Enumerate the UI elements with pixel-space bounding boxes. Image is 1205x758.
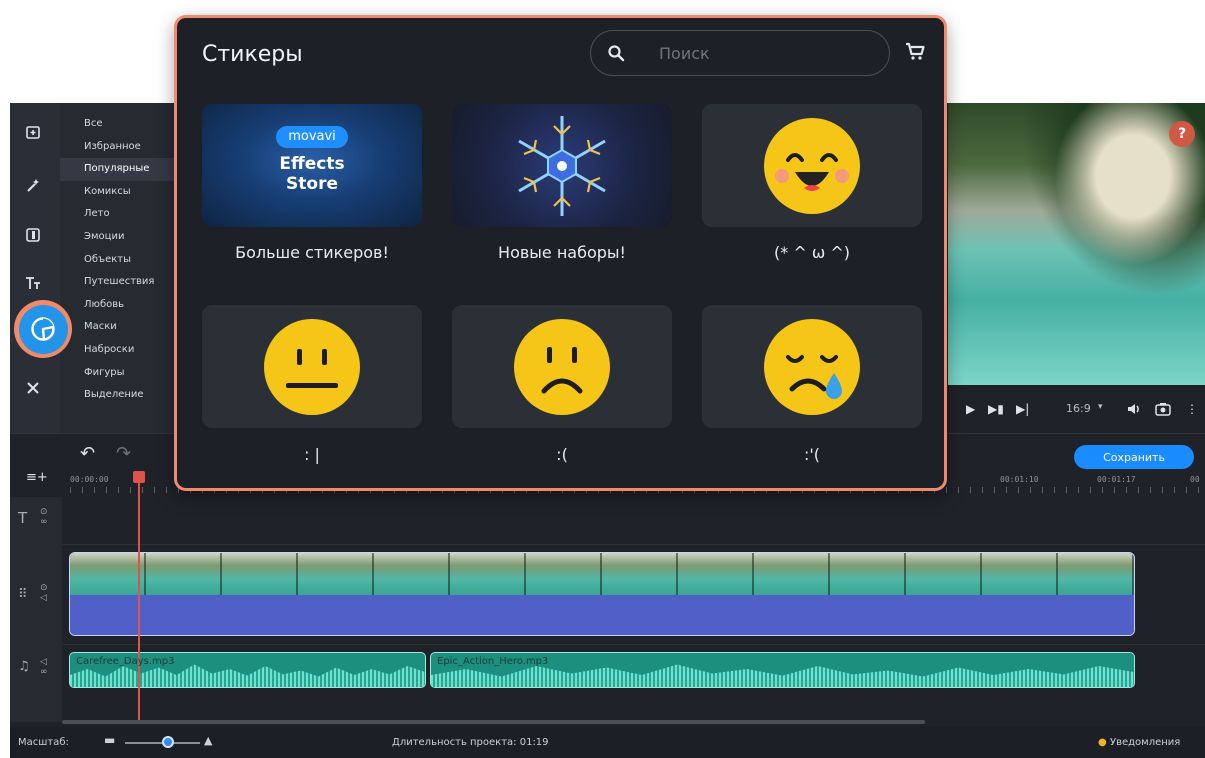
- notifications-link[interactable]: Уведомления: [1110, 737, 1180, 748]
- help-button[interactable]: ?: [1169, 121, 1195, 147]
- save-button[interactable]: Сохранить: [1074, 445, 1194, 469]
- magic-wand-icon[interactable]: [18, 170, 48, 200]
- store-title: Effects Store: [202, 154, 422, 194]
- playhead[interactable]: [133, 471, 145, 722]
- sticker-tile[interactable]: [702, 305, 922, 428]
- store-title-line: Effects: [279, 154, 345, 174]
- tile-label: :(: [556, 445, 568, 464]
- category-highlight[interactable]: Выделение: [60, 384, 185, 407]
- audio-clip[interactable]: Epic_Action_Hero.mp3: [430, 652, 1135, 688]
- search-input[interactable]: [659, 41, 859, 65]
- audio-track-icon: ♫: [18, 659, 30, 674]
- tools-icon[interactable]: [18, 373, 48, 403]
- sticker-tile[interactable]: [702, 104, 922, 227]
- search-field[interactable]: [590, 30, 890, 76]
- effects-store-tile[interactable]: movavi Effects Store: [202, 104, 422, 227]
- aspect-ratio-select[interactable]: 16:9: [1066, 402, 1091, 415]
- video-clip[interactable]: [69, 552, 1135, 636]
- zoom-in-icon[interactable]: ▲: [204, 734, 212, 747]
- video-preview: ?: [948, 103, 1205, 385]
- category-masks[interactable]: Маски: [60, 316, 185, 339]
- timeline-tracks: Carefree_Days.mp3 Epic_Action_Hero.mp3: [62, 497, 1205, 722]
- tile-label: Больше стикеров!: [235, 243, 389, 262]
- zoom-label: Масштаб:: [18, 737, 69, 748]
- ruler-tick-label: 00: [1190, 475, 1200, 484]
- tile-label: : |: [304, 445, 320, 464]
- stickers-panel: Стикеры movavi Effects Store Больше стик…: [174, 15, 947, 491]
- audio-clip-name: Carefree_Days.mp3: [76, 656, 175, 667]
- category-travel[interactable]: Путешествия: [60, 271, 185, 294]
- laughing-smiley-icon: [764, 118, 860, 214]
- category-objects[interactable]: Объекты: [60, 249, 185, 272]
- audio-clip-name: Epic_Action_Hero.mp3: [437, 656, 549, 667]
- category-shapes[interactable]: Фигуры: [60, 362, 185, 385]
- category-love[interactable]: Любовь: [60, 294, 185, 317]
- add-track-icon[interactable]: ≡+: [26, 470, 48, 485]
- timeline-scrollbar[interactable]: [62, 720, 925, 724]
- video-clip-body: [70, 595, 1134, 635]
- category-comics[interactable]: Комиксы: [60, 181, 185, 204]
- category-all[interactable]: Все: [60, 113, 185, 136]
- tile-label: :'(: [803, 445, 821, 464]
- ruler-tick-label: 00:00:00: [70, 475, 109, 484]
- category-sketches[interactable]: Наброски: [60, 339, 185, 362]
- next-frame-icon[interactable]: ▶▮: [988, 402, 1004, 416]
- movavi-logo: movavi: [276, 126, 348, 148]
- play-icon[interactable]: ▶: [966, 402, 975, 416]
- skip-end-icon[interactable]: ▶|: [1016, 402, 1029, 416]
- stickers-button[interactable]: [14, 300, 72, 358]
- track-mute-icon[interactable]: ◁ ∞: [40, 657, 48, 677]
- track-headers: T ⊙ ∞ ⠿ ⊙ ◁ ♫ ◁ ∞: [10, 497, 62, 722]
- store-title-line: Store: [286, 174, 338, 194]
- title-track-icon: T: [18, 509, 28, 527]
- transitions-icon[interactable]: [18, 220, 48, 250]
- track-visibility-icon[interactable]: ⊙ ◁: [40, 583, 48, 603]
- stickers-icon: [18, 304, 68, 354]
- status-bar: Масштаб: ▬ ▲ Длительность проекта: 01:19…: [10, 727, 1205, 758]
- crying-smiley-icon: [764, 319, 860, 415]
- audio-clip[interactable]: Carefree_Days.mp3: [69, 652, 426, 688]
- snapshot-icon[interactable]: [1155, 402, 1171, 419]
- category-emotions[interactable]: Эмоции: [60, 226, 185, 249]
- cart-icon[interactable]: [904, 40, 926, 66]
- category-summer[interactable]: Лето: [60, 203, 185, 226]
- ruler-tick-label: 00:01:17: [1097, 475, 1136, 484]
- playhead-handle[interactable]: [133, 471, 145, 483]
- category-popular[interactable]: Популярные: [60, 158, 185, 181]
- track-visibility-icon[interactable]: ⊙ ∞: [40, 507, 48, 527]
- import-files-icon[interactable]: [18, 117, 48, 147]
- sad-smiley-icon: [514, 319, 610, 415]
- titles-icon[interactable]: [18, 268, 48, 298]
- chevron-down-icon[interactable]: ▾: [1098, 402, 1103, 412]
- search-icon: [607, 44, 625, 66]
- ruler-tick-label: 00:01:10: [1000, 475, 1039, 484]
- redo-icon[interactable]: ↷: [116, 443, 131, 464]
- new-sets-tile[interactable]: [452, 104, 672, 227]
- bell-icon[interactable]: ●: [1098, 737, 1107, 748]
- title-track-lane[interactable]: [62, 497, 1205, 545]
- more-icon[interactable]: ⋮: [1186, 402, 1198, 416]
- undo-icon[interactable]: ↶: [80, 443, 95, 464]
- tile-label: Новые наборы!: [498, 243, 626, 262]
- player-controls: ▶ ▶▮ ▶| 16:9 ▾ ⋮: [948, 385, 1205, 433]
- neutral-smiley-icon: [264, 319, 360, 415]
- zoom-out-icon[interactable]: ▬: [104, 733, 115, 747]
- zoom-slider-handle[interactable]: [162, 736, 174, 748]
- video-track-icon: ⠿: [18, 587, 28, 602]
- snowflake-icon: [518, 116, 606, 216]
- left-toolbar: [10, 103, 60, 433]
- volume-icon[interactable]: [1126, 402, 1142, 419]
- sticker-tile[interactable]: [202, 305, 422, 428]
- tile-label: (* ^ ω ^): [774, 243, 850, 262]
- project-duration: Длительность проекта: 01:19: [392, 737, 549, 748]
- sticker-category-list: Все Избранное Популярные Комиксы Лето Эм…: [60, 103, 185, 433]
- video-thumbnail-strip: [70, 553, 1134, 595]
- category-favorites[interactable]: Избранное: [60, 136, 185, 159]
- panel-title: Стикеры: [202, 42, 303, 67]
- sticker-tile[interactable]: [452, 305, 672, 428]
